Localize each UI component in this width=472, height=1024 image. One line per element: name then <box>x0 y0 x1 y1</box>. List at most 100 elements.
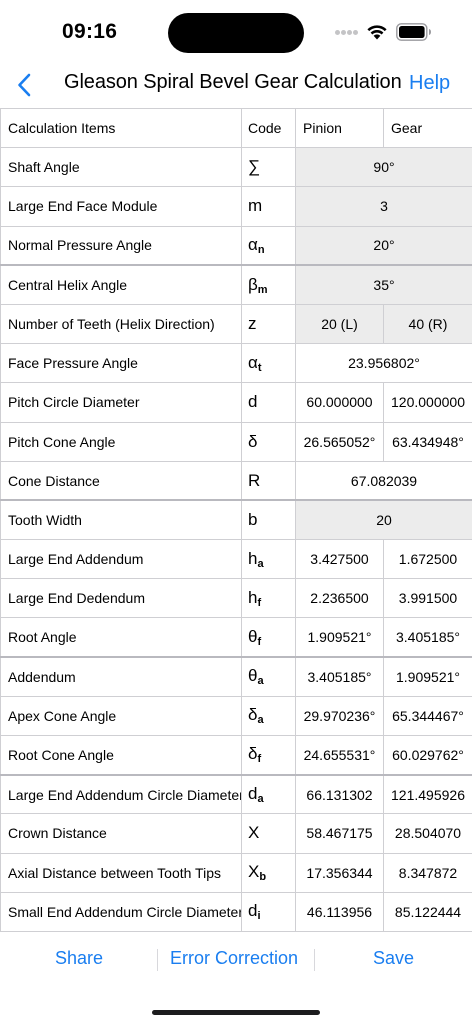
table-row: Large End Dedendum hf 2.236500 3.991500 <box>0 578 472 619</box>
table-row: Axial Distance between Tooth Tips Xb 17.35… <box>0 852 472 893</box>
calculation-item-label: Large End Addendum <box>0 539 242 580</box>
save-button[interactable]: Save <box>373 948 414 969</box>
cellular-signal-icon <box>335 30 359 36</box>
pinion-result-value: 66.131302 <box>295 774 384 815</box>
table-row: Central Helix Angle βm 35° <box>0 264 472 305</box>
calculation-table: Calculation Items Code Pinion Gear Shaft… <box>0 107 472 932</box>
symbol-code: da <box>241 774 296 815</box>
shared-input-value[interactable]: 20° <box>295 225 472 267</box>
table-row: Large End Face Module m 3 <box>0 186 472 227</box>
calculation-item-label: Large End Addendum Circle Diameter <box>0 774 242 815</box>
shared-input-value[interactable]: 35° <box>295 264 472 305</box>
calculation-item-label: Root Cone Angle <box>0 734 242 776</box>
calculation-item-label: Addendum <box>0 656 242 697</box>
table-row: Normal Pressure Angle αn 20° <box>0 225 472 267</box>
shared-result-value: 23.956802° <box>295 343 472 384</box>
gear-result-value: 8.347872 <box>383 852 472 893</box>
pinion-input-value[interactable]: 20 (L) <box>295 303 384 345</box>
symbol-subscript: m <box>257 283 268 296</box>
table-row: Root Cone Angle δf 24.655531° 60.029762° <box>0 734 472 776</box>
shared-input-value[interactable]: 90° <box>295 147 472 188</box>
symbol-subscript: a <box>257 793 264 806</box>
table-row: Large End Addendum ha 3.427500 1.672500 <box>0 539 472 580</box>
calculation-item-label: Large End Face Module <box>0 186 242 227</box>
symbol-main: ∑ <box>248 157 261 177</box>
calculation-item-label: Apex Cone Angle <box>0 695 242 737</box>
table-row: Apex Cone Angle δa 29.970236° 65.344467° <box>0 695 472 737</box>
calculation-item-label: Axial Distance between Tooth Tips <box>0 852 242 893</box>
symbol-code: δf <box>241 734 296 776</box>
table-row: Shaft Angle ∑ 90° <box>0 147 472 188</box>
gear-result-value: 121.495926 <box>383 774 472 815</box>
pinion-result-value: 60.000000 <box>295 382 384 423</box>
symbol-main: R <box>248 470 261 490</box>
table-row: Pitch Cone Angle δ 26.565052° 63.434948° <box>0 421 472 462</box>
gear-input-value[interactable]: 40 (R) <box>383 303 472 345</box>
help-button[interactable]: Help <box>409 72 450 95</box>
symbol-code: βm <box>241 264 296 305</box>
pinion-result-value: 2.236500 <box>295 578 384 619</box>
header-code: Code <box>241 107 296 149</box>
symbol-subscript: b <box>259 871 267 884</box>
pinion-result-value: 3.427500 <box>295 539 384 580</box>
symbol-code: b <box>241 499 296 541</box>
calculation-item-label: Tooth Width <box>0 499 242 541</box>
pinion-result-value: 17.356344 <box>295 852 384 893</box>
calculation-item-label: Normal Pressure Angle <box>0 225 242 267</box>
symbol-subscript: a <box>257 557 264 570</box>
toolbar-divider <box>314 949 315 971</box>
symbol-subscript: f <box>257 596 262 609</box>
calculation-item-label: Large End Dedendum <box>0 578 242 619</box>
share-button[interactable]: Share <box>55 948 103 969</box>
dynamic-island <box>168 13 304 53</box>
navigation-bar: Gleason Spiral Bevel Gear Calculation He… <box>0 62 472 108</box>
symbol-code: θf <box>241 617 296 659</box>
symbol-main: δ <box>248 431 258 451</box>
pinion-result-value: 24.655531° <box>295 734 384 776</box>
gear-result-value: 3.405185° <box>383 617 472 659</box>
symbol-main: X <box>248 862 260 882</box>
symbol-code: d <box>241 382 296 423</box>
symbol-subscript: a <box>257 714 264 727</box>
symbol-code: θa <box>241 656 296 697</box>
pinion-result-value: 1.909521° <box>295 617 384 659</box>
error-correction-button[interactable]: Error Correction <box>170 948 298 969</box>
back-button[interactable] <box>8 66 40 104</box>
wifi-icon <box>367 25 387 40</box>
symbol-code: ha <box>241 539 296 580</box>
gear-result-value: 85.122444 <box>383 891 472 932</box>
shared-input-value[interactable]: 3 <box>295 186 472 227</box>
symbol-code: z <box>241 303 296 345</box>
table-row: Small End Addendum Circle Diameter di 46.1… <box>0 891 472 932</box>
calculation-item-label: Pitch Circle Diameter <box>0 382 242 423</box>
symbol-subscript: f <box>257 753 262 766</box>
page-title: Gleason Spiral Bevel Gear Calculation <box>64 71 402 93</box>
calculation-item-label: Face Pressure Angle <box>0 343 242 384</box>
battery-icon <box>396 23 431 41</box>
gear-result-value: 1.909521° <box>383 656 472 697</box>
symbol-main: α <box>248 352 258 372</box>
symbol-code: αn <box>241 225 296 267</box>
table-row: Number of Teeth (Helix Direction) z 20 (L)… <box>0 303 472 345</box>
table-row: Tooth Width b 20 <box>0 499 472 541</box>
calculation-item-label: Pitch Cone Angle <box>0 421 242 462</box>
calculation-item-label: Shaft Angle <box>0 147 242 188</box>
gear-result-value: 65.344467° <box>383 695 472 737</box>
gear-result-value: 60.029762° <box>383 734 472 776</box>
home-indicator <box>152 1010 320 1015</box>
pinion-result-value: 29.970236° <box>295 695 384 737</box>
gear-result-value: 120.000000 <box>383 382 472 423</box>
symbol-code: δa <box>241 695 296 737</box>
symbol-code: αt <box>241 343 296 384</box>
symbol-code: X <box>241 813 296 854</box>
symbol-code: di <box>241 891 296 932</box>
shared-input-value[interactable]: 20 <box>295 499 472 541</box>
calculation-item-label: Number of Teeth (Helix Direction) <box>0 303 242 345</box>
symbol-subscript: a <box>257 675 264 688</box>
pinion-result-value: 46.113956 <box>295 891 384 932</box>
table-row: Root Angle θf 1.909521° 3.405185° <box>0 617 472 659</box>
header-gear: Gear <box>383 107 472 149</box>
symbol-code: Xb <box>241 852 296 893</box>
gear-result-value: 1.672500 <box>383 539 472 580</box>
symbol-main: X <box>248 823 260 843</box>
